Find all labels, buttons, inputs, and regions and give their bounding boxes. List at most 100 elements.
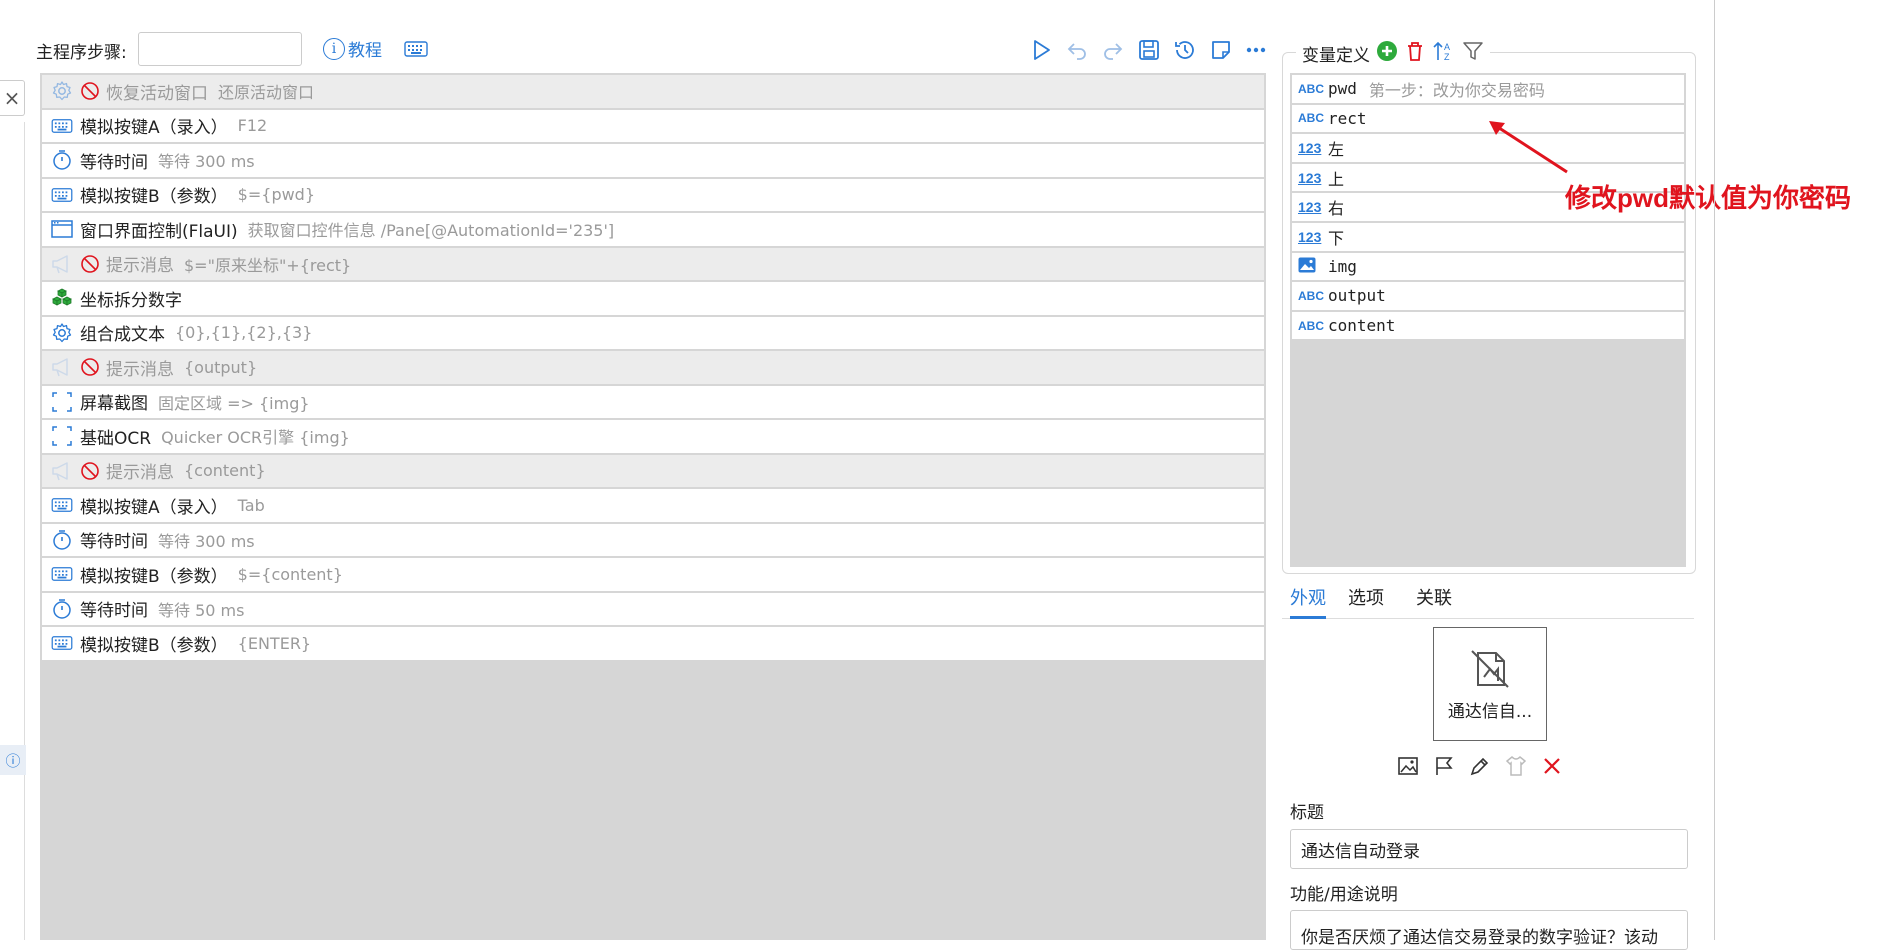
- step-row[interactable]: 等待时间 等待 300 ms: [42, 523, 1264, 556]
- image-icon[interactable]: [1396, 754, 1420, 782]
- action-icon-box[interactable]: 通达信自...: [1433, 627, 1547, 741]
- step-row[interactable]: 提示消息 {output}: [42, 351, 1264, 384]
- timer-icon: [50, 528, 74, 552]
- variable-row[interactable]: ABC output: [1292, 282, 1684, 310]
- disabled-icon: [80, 461, 100, 481]
- step-row[interactable]: 模拟按键B（参数） {ENTER}: [42, 627, 1264, 660]
- property-tabs: 外观 选项 关联: [1282, 584, 1694, 619]
- description-input[interactable]: 你是否厌烦了通达信交易登录的数字验证？该动: [1290, 910, 1688, 950]
- variable-row[interactable]: img: [1292, 252, 1684, 281]
- step-description: {output}: [184, 357, 258, 377]
- step-row[interactable]: 屏幕截图 固定区域 => {img}: [42, 385, 1264, 418]
- history-icon[interactable]: [1171, 36, 1199, 64]
- step-name: 模拟按键B（参数）: [80, 635, 228, 656]
- tab-options[interactable]: 选项: [1348, 584, 1384, 616]
- step-row[interactable]: 等待时间 等待 50 ms: [42, 592, 1264, 625]
- keyboard-icon: [50, 493, 74, 517]
- color-picker-icon[interactable]: [1468, 754, 1492, 782]
- step-name: 恢复活动窗口: [106, 83, 208, 104]
- description-label: 功能/用途说明: [1290, 885, 1398, 905]
- svg-text:Z: Z: [1444, 52, 1450, 62]
- info-icon[interactable]: ⓘ: [0, 745, 26, 775]
- step-row[interactable]: 模拟按键A（录入） F12: [42, 109, 1264, 142]
- window-right-border: [1714, 0, 1715, 940]
- step-row[interactable]: 等待时间 等待 300 ms: [42, 144, 1264, 177]
- step-row[interactable]: 窗口界面控制(FlaUI) 获取窗口控件信息 /Pane[@AutomationI…: [42, 213, 1264, 246]
- tab-appearance[interactable]: 外观: [1290, 584, 1326, 619]
- step-name: 模拟按键A（录入）: [80, 118, 228, 139]
- disabled-icon: [80, 357, 100, 377]
- step-name: 提示消息: [106, 359, 174, 380]
- variable-name: 左: [1328, 139, 1345, 159]
- variable-name: 下: [1328, 228, 1345, 248]
- steps-label: 主程序步骤:: [36, 43, 127, 63]
- step-name: 提示消息: [106, 256, 174, 277]
- close-icon[interactable]: ×: [0, 80, 25, 116]
- step-name: 窗口界面控制(FlaUI): [80, 221, 238, 242]
- keyboard-icon[interactable]: [404, 40, 428, 62]
- text-type-icon: ABC: [1298, 318, 1324, 333]
- step-row[interactable]: 坐标拆分数字: [42, 282, 1264, 315]
- step-row[interactable]: 模拟按键B（参数） $={content}: [42, 558, 1264, 591]
- step-row[interactable]: 提示消息 {content}: [42, 454, 1264, 487]
- cubes-icon: [50, 286, 74, 310]
- step-description: {content}: [184, 461, 266, 481]
- megaphone-icon: [50, 355, 74, 379]
- no-image-icon: [1471, 649, 1509, 688]
- tab-links[interactable]: 关联: [1416, 584, 1452, 616]
- timer-icon: [50, 148, 74, 172]
- step-row[interactable]: 模拟按键A（录入） Tab: [42, 489, 1264, 522]
- step-description: 获取窗口控件信息 /Pane[@AutomationId='235']: [247, 221, 615, 241]
- image-type-icon: [1298, 257, 1322, 276]
- step-name: 等待时间: [80, 152, 148, 173]
- variable-name: img: [1328, 256, 1357, 276]
- undo-icon[interactable]: [1063, 36, 1091, 64]
- step-row[interactable]: 模拟按键B（参数） $={pwd}: [42, 178, 1264, 211]
- variable-name: rect: [1328, 108, 1367, 128]
- tutorial-label: 教程: [348, 41, 382, 61]
- play-icon[interactable]: [1027, 36, 1055, 64]
- screenshot-icon: [50, 424, 74, 448]
- title-input[interactable]: 通达信自动登录: [1290, 829, 1688, 869]
- variables-header: 变量定义 AZ: [1296, 40, 1490, 67]
- redo-icon[interactable]: [1099, 36, 1127, 64]
- more-icon[interactable]: [1242, 36, 1270, 64]
- annotation-text: 修改pwd默认值为你密码: [1565, 183, 1851, 213]
- steps-search-input[interactable]: [138, 32, 302, 66]
- info-circle-icon: i: [323, 37, 345, 60]
- add-icon[interactable]: [1376, 40, 1398, 67]
- keyboard-icon: [50, 114, 74, 138]
- delete-icon[interactable]: [1404, 40, 1426, 67]
- title-label: 标题: [1290, 803, 1324, 823]
- tutorial-link[interactable]: i 教程: [323, 36, 382, 61]
- step-row[interactable]: 组合成文本 {0},{1},{2},{3}: [42, 316, 1264, 349]
- number-type-icon: 123: [1298, 139, 1322, 156]
- variable-description: 第一步：改为你交易密码: [1368, 82, 1545, 100]
- variable-name: pwd: [1328, 79, 1357, 99]
- variable-row[interactable]: ABC content: [1292, 311, 1684, 340]
- variable-row[interactable]: 123 下: [1292, 223, 1684, 251]
- flag-icon[interactable]: [1432, 754, 1456, 782]
- text-type-icon: ABC: [1298, 111, 1324, 126]
- variable-name: 上: [1328, 169, 1345, 189]
- step-description: F12: [237, 116, 268, 136]
- variable-row[interactable]: ABC pwd 第一步：改为你交易密码: [1292, 75, 1684, 103]
- step-description: 等待 300 ms: [158, 531, 255, 551]
- sort-icon[interactable]: AZ: [1432, 40, 1456, 67]
- step-name: 提示消息: [106, 463, 174, 484]
- step-row[interactable]: 提示消息 $="原来坐标"+{rect}: [42, 247, 1264, 280]
- step-row[interactable]: 基础OCR Quicker OCR引擎 {img}: [42, 420, 1264, 453]
- annotation-arrow: [1489, 121, 1568, 174]
- step-row[interactable]: 恢复活动窗口 还原活动窗口: [42, 75, 1264, 108]
- note-icon[interactable]: [1207, 36, 1235, 64]
- remove-icon[interactable]: [1540, 754, 1564, 782]
- keyboard-icon: [50, 631, 74, 655]
- gear-icon: [50, 321, 74, 345]
- filter-icon[interactable]: [1462, 40, 1484, 67]
- disabled-icon: [80, 81, 100, 101]
- shirt-icon[interactable]: [1504, 754, 1528, 782]
- variable-name: output: [1328, 286, 1386, 306]
- save-icon[interactable]: [1135, 36, 1163, 64]
- number-type-icon: 123: [1298, 199, 1322, 216]
- keyboard-icon: [50, 183, 74, 207]
